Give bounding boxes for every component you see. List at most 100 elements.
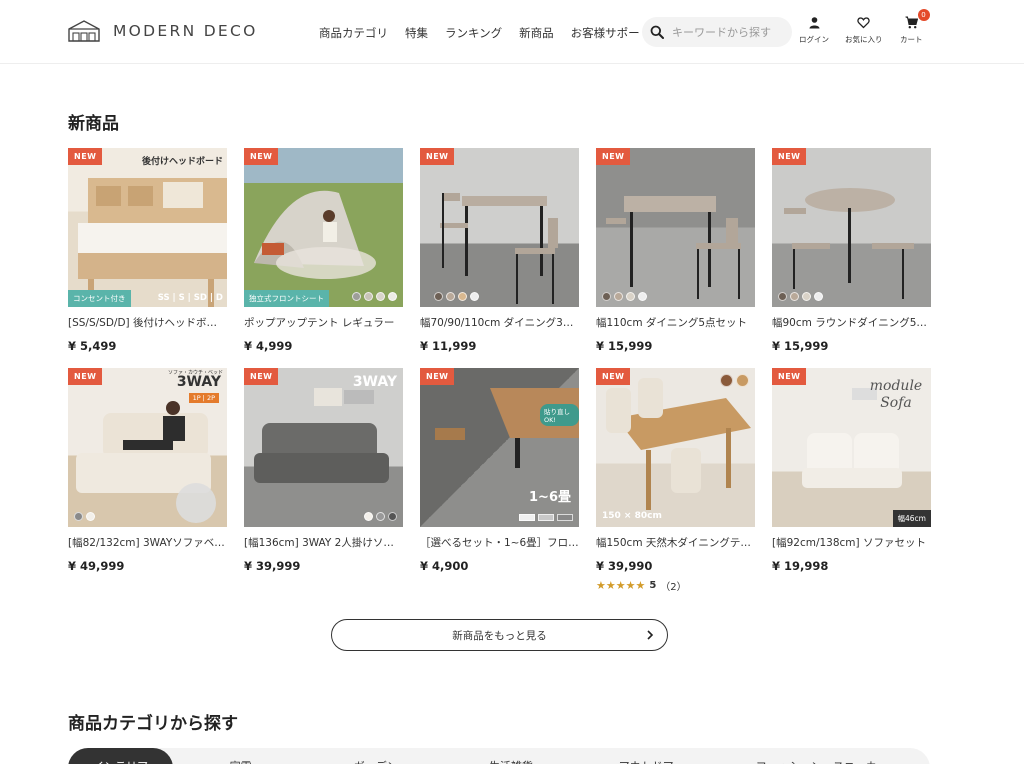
dining-table-illustration [606,378,751,510]
product-name[interactable]: [SS/S/SD/D] 後付けヘッドボード [68,315,227,330]
product-card[interactable]: NEW 後付けヘッドボード コンセント付き SS | S | SD | D [S… [68,148,227,353]
product-name[interactable]: [幅82/132cm] 3WAYソファベッド [68,535,227,550]
swatch [376,292,385,301]
product-card[interactable]: NEW 独立式フロントシート ポップアップテント レギュラー ¥ 4,999 [244,148,403,353]
image-tag: 幅46cm [892,510,931,527]
new-badge: NEW [68,148,103,165]
swatch [388,292,397,301]
product-name[interactable]: ポップアップテント レギュラー [244,315,403,330]
nav-item-categories[interactable]: 商品カテゴリ [319,25,388,41]
nav-item-new[interactable]: 新商品 [519,25,554,41]
product-name[interactable]: 幅90cm ラウンドダイニング5点セット [772,315,931,330]
product-card[interactable]: NEW 幅70/90/110cm ダイニング3点セット ¥ 11,999 [420,148,579,353]
logo[interactable]: MODERN DECO [67,19,258,43]
image-tag: コンセント付き [68,290,131,307]
tab-interior[interactable]: インテリア [68,748,173,764]
category-tabs: インテリア 家電 ガーデン 生活雑貨 アウトドア ファッション・スニーカー [68,748,930,764]
tab-outdoor[interactable]: アウトドア [579,748,714,764]
product-image[interactable]: NEW [420,148,579,307]
tab-appliances[interactable]: 家電 [173,748,308,764]
image-caption: module Sofa [869,378,923,411]
search-icon[interactable] [650,25,664,39]
product-card[interactable]: NEW 幅110cm ダイニング5点セット ¥ 15,999 [596,148,755,353]
product-card[interactable]: NEW 幅90cm ラウンドダイニング5点セット ¥ 15,999 [772,148,931,353]
swatch [446,292,455,301]
image-sizes: SS | S | SD | D [157,293,223,303]
headboard-illustration [78,178,227,307]
color-swatches [74,512,95,521]
new-badge: NEW [420,368,455,385]
product-card[interactable]: NEW 貼り直しOK! 1~6畳 ［選べるセット・1~6畳］フロアマット ¥ 4… [420,368,579,573]
heart-icon [857,17,870,29]
swatch [388,512,397,521]
product-price: ¥ 5,499 [68,339,117,353]
product-image[interactable]: NEW [772,148,931,307]
search-box[interactable] [642,17,792,47]
nav-item-features[interactable]: 特集 [405,25,428,41]
product-price: ¥ 15,999 [772,339,829,353]
product-card[interactable]: NEW 150 × 80cm 幅150cm 天然木ダイニングテーブル ¥ 39,… [596,368,755,593]
more-new-products-button[interactable]: 新商品をもっと見る [331,619,668,651]
search-input[interactable] [672,25,782,39]
product-image[interactable]: NEW 3WAY [244,368,403,527]
product-price: ¥ 39,990 [596,559,653,573]
tab-household[interactable]: 生活雑貨 [443,748,578,764]
swatch [470,292,479,301]
rating-value: 5 [649,580,657,591]
product-card[interactable]: NEW 3WAY ソファ・カウチ・ベッド 1P | 2P [幅82/132cm]… [68,368,227,573]
swatch [626,292,635,301]
swatch [376,512,385,521]
image-caption: 150 × 80cm [602,511,662,521]
dining-set-illustration [440,193,558,304]
product-card[interactable]: NEW 3WAY [幅136cm] 3WAY 2人掛けソファ ¥ 39,999 [244,368,403,573]
new-products-title: 新商品 [68,114,119,134]
product-image[interactable]: NEW [596,148,755,307]
new-badge: NEW [420,148,455,165]
favorites-label: お気に入り [845,35,883,44]
product-name[interactable]: 幅150cm 天然木ダイニングテーブル [596,535,755,550]
product-name[interactable]: 幅110cm ダイニング5点セット [596,315,755,330]
swatch [557,514,573,521]
product-name[interactable]: [幅136cm] 3WAY 2人掛けソファ [244,535,403,550]
nav-item-support[interactable]: お客様サポート [571,25,652,41]
swatch [74,512,83,521]
image-caption: 3WAY [352,374,397,390]
swatch [802,292,811,301]
tab-fashion[interactable]: ファッション・スニーカー [714,748,930,764]
cart-button[interactable]: 0 カート [900,9,930,45]
swatch [790,292,799,301]
rating-stars: ★★★★★ [596,579,646,592]
tab-garden[interactable]: ガーデン [308,748,443,764]
rating-count: （2） [660,582,687,593]
main-nav: 商品カテゴリ 特集 ランキング 新商品 お客様サポート [319,25,651,41]
swatch [364,512,373,521]
product-image[interactable]: NEW module Sofa 幅46cm [772,368,931,527]
new-badge: NEW [596,148,631,165]
swatch [778,292,787,301]
nav-item-ranking[interactable]: ランキング [445,25,502,41]
product-image[interactable]: NEW 独立式フロントシート [244,148,403,307]
new-badge: NEW [772,368,807,385]
image-caption: 3WAY [176,374,221,390]
product-image[interactable]: NEW 貼り直しOK! 1~6畳 [420,368,579,527]
product-image[interactable]: NEW 150 × 80cm [596,368,755,527]
swatch [538,514,554,521]
product-price: ¥ 4,900 [420,559,469,573]
more-button-label: 新商品をもっと見る [452,629,547,642]
product-name[interactable]: 幅70/90/110cm ダイニング3点セット [420,315,579,330]
cart-label: カート [900,35,923,44]
site-header: MODERN DECO 商品カテゴリ 特集 ランキング 新商品 お客様サポート … [0,0,1024,64]
product-image[interactable]: NEW 3WAY ソファ・カウチ・ベッド 1P | 2P [68,368,227,527]
product-image[interactable]: NEW 後付けヘッドボード コンセント付き SS | S | SD | D [68,148,227,307]
login-button[interactable]: ログイン [799,16,829,45]
product-name[interactable]: ［選べるセット・1~6畳］フロアマット [420,535,579,550]
swatch [720,374,733,387]
product-price: ¥ 39,999 [244,559,301,573]
favorites-button[interactable]: お気に入り [845,16,883,45]
user-icon [809,17,819,29]
product-card[interactable]: NEW module Sofa 幅46cm [幅92cm/138cm] ソファセ… [772,368,931,573]
chevron-right-icon [647,630,654,640]
color-swatches [352,292,397,301]
product-name[interactable]: [幅92cm/138cm] ソファセット [772,535,931,550]
product-price: ¥ 4,999 [244,339,293,353]
